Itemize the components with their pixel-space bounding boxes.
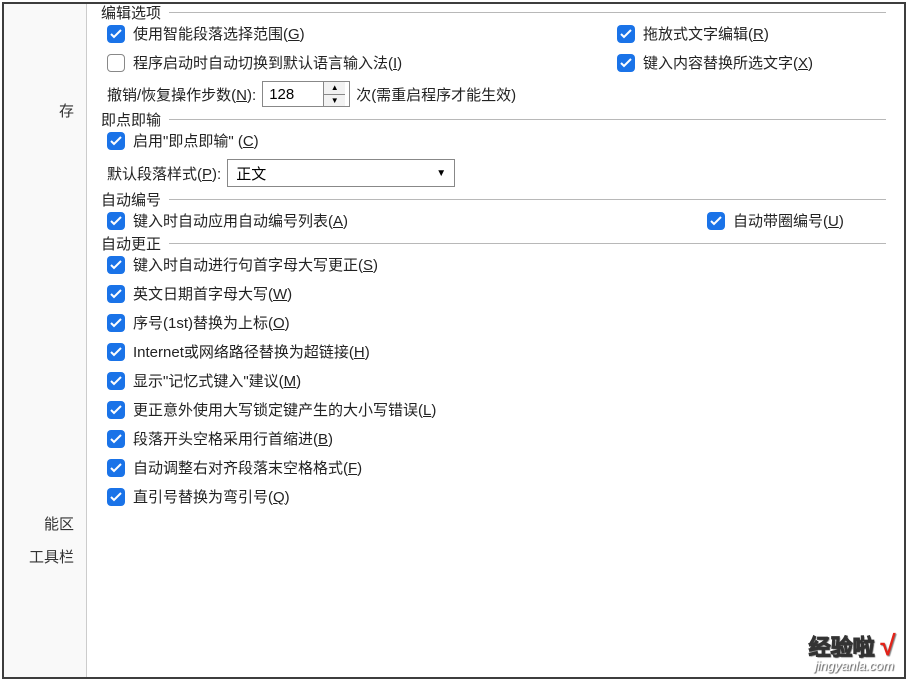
combo-value: 正文 bbox=[236, 163, 266, 184]
label-drag-drop: 拖放式文字编辑(R) bbox=[643, 23, 769, 44]
label-cap-sentence: 键入时自动进行句首字母大写更正(S) bbox=[133, 254, 378, 275]
checkbox-quotes[interactable] bbox=[107, 488, 125, 506]
label-quotes: 直引号替换为弯引号(Q) bbox=[133, 486, 290, 507]
checkbox-ordinal[interactable] bbox=[107, 314, 125, 332]
group-click-and-type: 即点即输 启用"即点即输" (C) 默认段落样式(P): 正文 ▼ bbox=[101, 119, 886, 187]
checkbox-apply-number-list[interactable] bbox=[107, 212, 125, 230]
sidebar-item-save[interactable]: 存 bbox=[4, 94, 86, 127]
group-auto-correct: 自动更正 键入时自动进行句首字母大写更正(S) 英文日期首字母大写(W) 序号(… bbox=[101, 243, 886, 507]
spin-up-icon[interactable]: ▲ bbox=[324, 82, 345, 95]
label-replace-selection: 键入内容替换所选文字(X) bbox=[643, 52, 813, 73]
label-smart-paragraph: 使用智能段落选择范围(G) bbox=[133, 23, 305, 44]
checkbox-enable-click-type[interactable] bbox=[107, 132, 125, 150]
label-undo-suffix: 次(需重启程序才能生效) bbox=[356, 84, 516, 105]
main-panel: 编辑选项 使用智能段落选择范围(G) 拖放式文字编辑(R) 程序启动时自动切换到… bbox=[87, 4, 904, 677]
sidebar-item-toolbar[interactable]: 工具栏 bbox=[4, 540, 86, 573]
label-apply-number-list: 键入时自动应用自动编号列表(A) bbox=[133, 210, 348, 231]
sidebar-item-ribbon[interactable]: 能区 bbox=[4, 507, 86, 540]
checkbox-cap-date[interactable] bbox=[107, 285, 125, 303]
label-indent: 段落开头空格采用行首缩进(B) bbox=[133, 428, 333, 449]
label-circled-number: 自动带圈编号(U) bbox=[733, 210, 844, 231]
checkbox-replace-selection[interactable] bbox=[617, 54, 635, 72]
label-switch-ime: 程序启动时自动切换到默认语言输入法(I) bbox=[133, 52, 402, 73]
checkbox-circled-number[interactable] bbox=[707, 212, 725, 230]
legend-auto-correct: 自动更正 bbox=[101, 233, 169, 254]
sidebar: 存 能区 工具栏 bbox=[4, 4, 87, 677]
group-auto-number: 自动编号 键入时自动应用自动编号列表(A) 自动带圈编号(U) bbox=[101, 199, 886, 231]
checkbox-capslock[interactable] bbox=[107, 401, 125, 419]
label-ordinal: 序号(1st)替换为上标(O) bbox=[133, 312, 290, 333]
legend-auto-number: 自动编号 bbox=[101, 189, 169, 210]
label-enable-click-type: 启用"即点即输" (C) bbox=[133, 130, 259, 151]
group-edit-options: 编辑选项 使用智能段落选择范围(G) 拖放式文字编辑(R) 程序启动时自动切换到… bbox=[101, 12, 886, 107]
checkbox-internet[interactable] bbox=[107, 343, 125, 361]
checkbox-memory-type[interactable] bbox=[107, 372, 125, 390]
checkbox-drag-drop[interactable] bbox=[617, 25, 635, 43]
label-internet: Internet或网络路径替换为超链接(H) bbox=[133, 341, 370, 362]
checkbox-switch-ime[interactable] bbox=[107, 54, 125, 72]
label-capslock: 更正意外使用大写锁定键产生的大小写错误(L) bbox=[133, 399, 436, 420]
label-default-para-style: 默认段落样式(P): bbox=[107, 163, 221, 184]
checkbox-align[interactable] bbox=[107, 459, 125, 477]
combo-default-para-style[interactable]: 正文 ▼ bbox=[227, 159, 455, 187]
chevron-down-icon: ▼ bbox=[436, 168, 446, 179]
label-undo-steps: 撤销/恢复操作步数(N): bbox=[107, 84, 256, 105]
spin-down-icon[interactable]: ▼ bbox=[324, 95, 345, 107]
checkbox-indent[interactable] bbox=[107, 430, 125, 448]
spinbox-undo-steps[interactable]: ▲ ▼ bbox=[262, 81, 350, 107]
checkbox-cap-sentence[interactable] bbox=[107, 256, 125, 274]
legend-edit: 编辑选项 bbox=[101, 4, 169, 23]
legend-click-type: 即点即输 bbox=[101, 109, 169, 130]
label-align: 自动调整右对齐段落末空格格式(F) bbox=[133, 457, 362, 478]
label-memory-type: 显示"记忆式键入"建议(M) bbox=[133, 370, 301, 391]
undo-steps-input[interactable] bbox=[263, 82, 323, 106]
checkbox-smart-paragraph[interactable] bbox=[107, 25, 125, 43]
label-cap-date: 英文日期首字母大写(W) bbox=[133, 283, 292, 304]
